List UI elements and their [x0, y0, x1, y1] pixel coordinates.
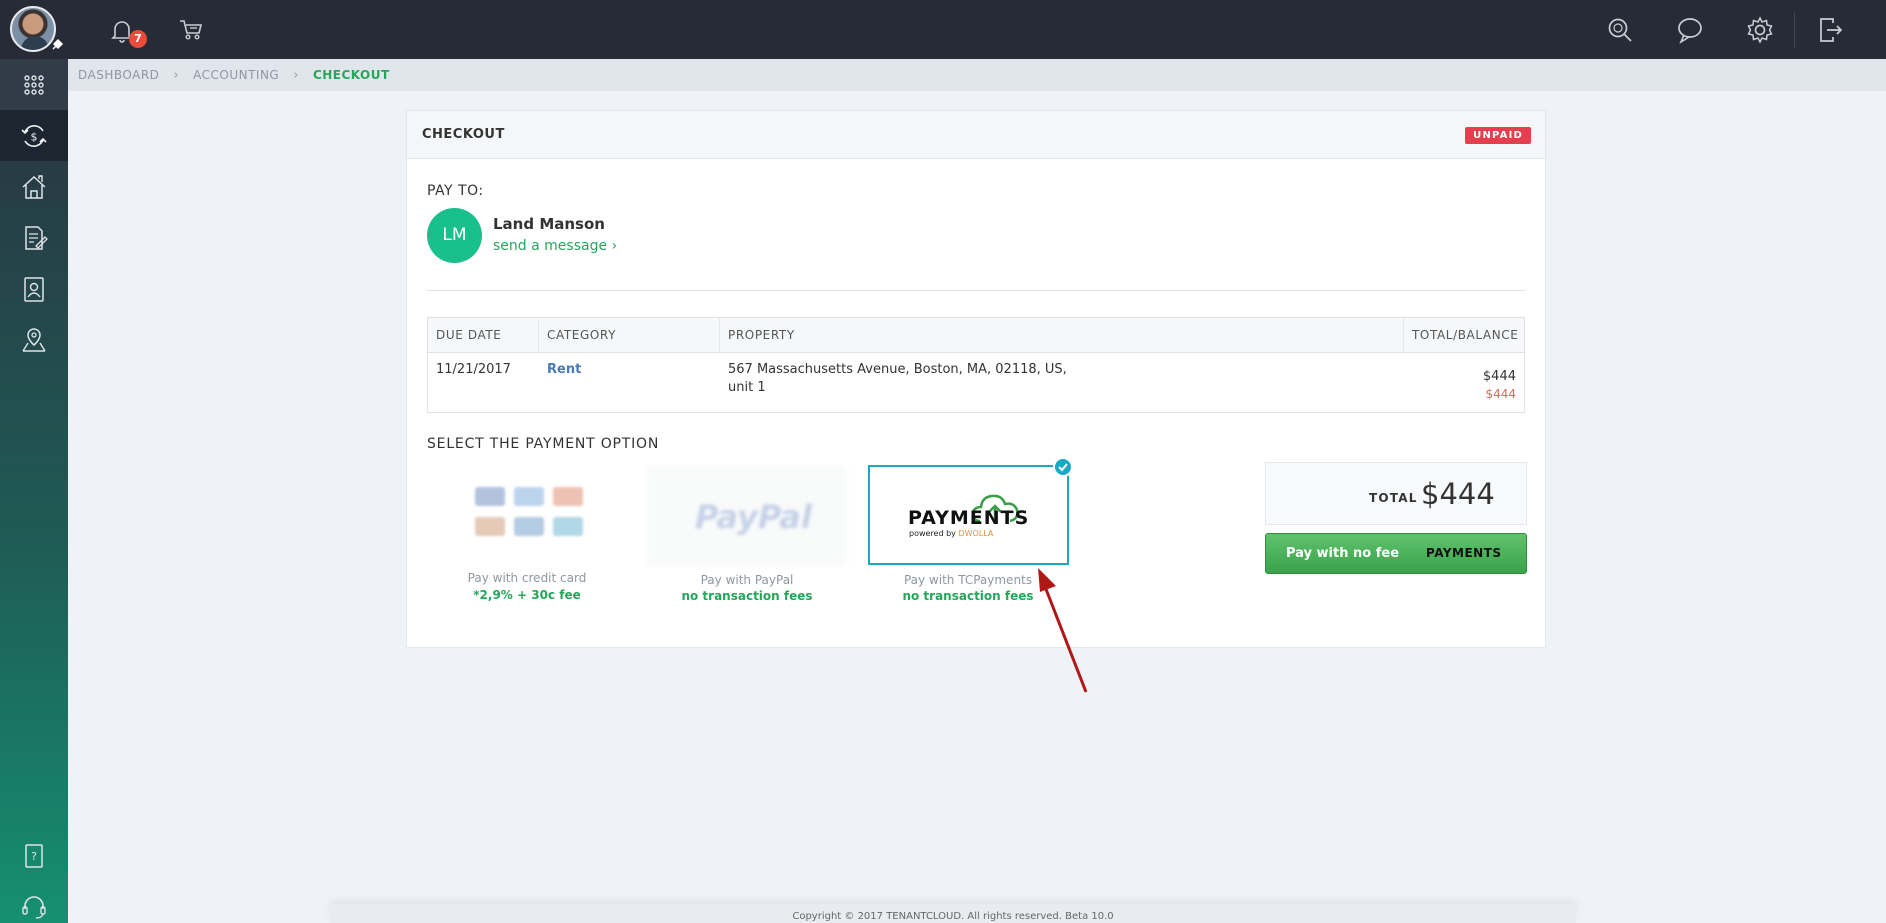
sidebar: $ ?	[0, 59, 68, 923]
dwolla-brand: DWOLLA	[958, 529, 994, 538]
mastercard-icon	[553, 487, 583, 506]
tenants-icon	[24, 276, 44, 302]
pay-button[interactable]: Pay with no fee PAYMENTS	[1265, 533, 1527, 574]
diners-card-icon	[553, 517, 583, 536]
card-header: CHECKOUT UNPAID	[407, 111, 1545, 159]
total-label: TOTAL	[1369, 491, 1418, 505]
search-icon[interactable]	[1605, 15, 1635, 45]
pay-button-label: Pay with no fee	[1286, 546, 1400, 561]
card-title: CHECKOUT	[422, 127, 505, 142]
header-due-date: DUE DATE	[428, 318, 539, 353]
category-link[interactable]: Rent	[547, 362, 581, 377]
powered-by-dwolla: powered by DWOLLA	[909, 529, 993, 538]
gear-icon[interactable]	[1745, 15, 1775, 45]
sidebar-item-support[interactable]	[0, 881, 68, 923]
chat-icon[interactable]	[1675, 15, 1705, 45]
sidebar-item-tenants[interactable]	[0, 263, 68, 314]
invoice-table: DUE DATE CATEGORY PROPERTY TOTAL/BALANCE…	[427, 317, 1525, 413]
breadcrumb-checkout: CHECKOUT	[312, 68, 390, 82]
paypal-option[interactable]: PayPal	[647, 466, 847, 566]
total-cell: $444	[1482, 369, 1516, 384]
selected-check-icon	[1053, 457, 1073, 477]
breadcrumb: DASHBOARD › ACCOUNTING › CHECKOUT	[68, 59, 1886, 91]
notification-count-badge: 7	[129, 30, 147, 48]
credit-card-caption: Pay with credit card	[467, 571, 587, 585]
powered-by-prefix: powered by	[909, 529, 959, 538]
select-payment-label: SELECT THE PAYMENT OPTION	[427, 436, 660, 452]
jcb-card-icon	[514, 517, 544, 536]
send-message-link[interactable]: send a message ›	[493, 238, 617, 254]
breadcrumb-accounting[interactable]: ACCOUNTING	[193, 68, 279, 82]
svg-text:$: $	[31, 130, 38, 143]
payee-name: Land Manson	[493, 215, 605, 233]
chevron-right-icon: ›	[293, 67, 299, 83]
support-icon	[22, 895, 46, 919]
credit-card-option[interactable]	[427, 466, 627, 566]
paypal-fee-note: no transaction fees	[681, 589, 813, 603]
header-category: CATEGORY	[539, 318, 720, 353]
svg-text:?: ?	[31, 850, 37, 863]
pin-icon[interactable]	[50, 38, 64, 52]
breadcrumb-dashboard[interactable]: DASHBOARD	[78, 68, 159, 82]
checkout-card: CHECKOUT UNPAID PAY TO: LM Land Manson s…	[406, 110, 1546, 648]
annotation-arrow-icon	[1038, 568, 1088, 693]
sidebar-item-apps[interactable]	[0, 59, 68, 110]
table-header: DUE DATE CATEGORY PROPERTY TOTAL/BALANCE	[428, 318, 1524, 353]
sidebar-item-properties[interactable]	[0, 161, 68, 212]
tcpayments-logo: PAYMENTS	[908, 507, 1030, 529]
pay-button-logo: PAYMENTS	[1426, 546, 1502, 560]
payee-avatar: LM	[427, 208, 482, 263]
applications-icon	[25, 225, 48, 250]
footer-copyright: Copyright © 2017 TENANTCLOUD. All rights…	[792, 911, 1114, 922]
paypal-caption: Pay with PayPal	[700, 573, 794, 587]
status-badge: UNPAID	[1465, 127, 1531, 144]
accounting-icon: $	[21, 124, 47, 147]
total-value: $444	[1421, 477, 1495, 511]
top-bar: 7	[0, 0, 1886, 59]
chevron-right-icon: ›	[173, 67, 180, 83]
logout-icon[interactable]	[1815, 15, 1845, 45]
visa-card-icon	[475, 487, 505, 506]
help-icon: ?	[25, 843, 43, 868]
footer: Copyright © 2017 TENANTCLOUD. All rights…	[330, 904, 1576, 923]
paypal-logo: PayPal	[695, 498, 812, 536]
divider	[427, 290, 1525, 291]
header-total-balance: TOTAL/BALANCE	[1412, 328, 1519, 342]
sidebar-item-accounting[interactable]: $	[0, 110, 68, 161]
balance-cell: $444	[1485, 387, 1516, 401]
credit-card-fee-note: *2,9% + 30c fee	[473, 588, 581, 602]
amex-card-icon	[514, 487, 544, 506]
due-date-cell: 11/21/2017	[436, 362, 511, 377]
discover-card-icon	[475, 517, 505, 536]
apps-grid-icon	[24, 74, 44, 95]
total-box: TOTAL $444	[1265, 462, 1527, 525]
property-line-2: unit 1	[728, 380, 766, 395]
tcpayments-option[interactable]: PAYMENTS powered by DWOLLA	[868, 465, 1069, 565]
cart-icon[interactable]	[177, 15, 205, 43]
property-line-1: 567 Massachusetts Avenue, Boston, MA, 02…	[728, 362, 1067, 377]
sidebar-item-help[interactable]: ?	[0, 830, 68, 881]
sidebar-item-locations[interactable]	[0, 314, 68, 365]
header-property: PROPERTY	[720, 318, 1404, 353]
sidebar-item-applications[interactable]	[0, 212, 68, 263]
topbar-divider	[1794, 12, 1795, 48]
pay-to-label: PAY TO:	[427, 183, 484, 199]
map-pin-icon	[22, 327, 46, 352]
properties-icon	[22, 174, 46, 199]
